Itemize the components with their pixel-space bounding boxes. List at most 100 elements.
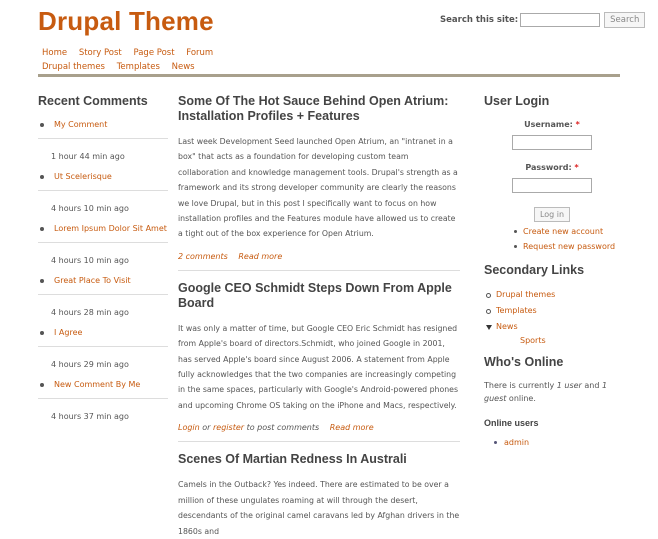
online-users-count: 1 user (556, 381, 582, 390)
comment-title-row: My Comment (38, 120, 168, 139)
login-form: Username: * Password: * Log in Create ne… (484, 120, 620, 251)
node-title-link[interactable]: Scenes Of Martian Redness In Australi (178, 452, 407, 466)
main-content: Some Of The Hot Sauce Behind Open Atrium… (178, 94, 460, 539)
list-item: Ut Scelerisque 4 hours 10 min ago (38, 172, 168, 224)
comment-time: 4 hours 10 min ago (51, 204, 129, 213)
nav-story-post[interactable]: Story Post (79, 48, 122, 58)
comment-time: 1 hour 44 min ago (51, 152, 125, 161)
comment-link[interactable]: New Comment By Me (54, 380, 140, 389)
sub-links-list: Sports (496, 336, 620, 345)
nav-page-post[interactable]: Page Post (133, 48, 174, 58)
online-text: There is currently (484, 381, 555, 390)
node-teaser: Scenes Of Martian Redness In Australi Ca… (178, 452, 460, 539)
secondary-links-title: Secondary Links (484, 263, 585, 277)
password-input[interactable] (512, 178, 592, 193)
register-link[interactable]: register (213, 423, 244, 432)
online-and: and (584, 381, 600, 390)
header-divider (38, 74, 620, 77)
required-mark: * (574, 163, 579, 172)
comment-link[interactable]: My Comment (54, 120, 107, 129)
online-text-end: online. (508, 394, 536, 403)
comment-link[interactable]: Lorem Ipsum Dolor Sit Amet (54, 224, 167, 233)
read-more-link[interactable]: Read more (330, 423, 374, 432)
comment-link[interactable]: Great Place To Visit (54, 276, 131, 285)
required-mark: * (575, 120, 580, 129)
online-user-link[interactable]: admin (504, 438, 529, 447)
secondary-link-sports[interactable]: Sports (520, 336, 546, 345)
site-title[interactable]: Drupal Theme (38, 6, 214, 37)
user-login-title: User Login (484, 94, 550, 108)
list-item: Drupal themes (486, 290, 620, 299)
comment-link[interactable]: I Agree (54, 328, 82, 337)
nav-drupal-themes[interactable]: Drupal themes (42, 62, 105, 72)
site-title-link[interactable]: Drupal Theme (38, 6, 214, 36)
left-sidebar: Recent Comments My Comment 1 hour 44 min… (38, 94, 168, 432)
comment-time: 4 hours 10 min ago (51, 256, 129, 265)
node-title-link[interactable]: Google CEO Schmidt Steps Down From Apple… (178, 281, 452, 310)
node-title[interactable]: Scenes Of Martian Redness In Australi (178, 452, 460, 467)
whos-online-title: Who's Online (484, 355, 564, 369)
comment-time: 4 hours 37 min ago (51, 412, 129, 421)
or-text: or (202, 423, 211, 433)
node-body: Last week Development Seed launched Open… (178, 137, 458, 239)
comment-title-row: Lorem Ipsum Dolor Sit Amet (38, 224, 168, 243)
login-links: Create new account Request new password (484, 227, 620, 251)
search-label: Search this site: (440, 15, 519, 25)
node-teaser: Google CEO Schmidt Steps Down From Apple… (178, 281, 460, 443)
comment-time: 4 hours 29 min ago (51, 360, 129, 369)
comments-link[interactable]: 2 comments (178, 252, 228, 261)
request-password-link[interactable]: Request new password (523, 242, 615, 251)
list-item: I Agree 4 hours 29 min ago (38, 328, 168, 380)
node-links: Login or register to post comments Read … (178, 423, 460, 443)
online-summary: There is currently 1 user and 1 guest on… (484, 379, 620, 405)
list-item: Sports (510, 336, 620, 345)
list-item: Lorem Ipsum Dolor Sit Amet 4 hours 10 mi… (38, 224, 168, 276)
post-comments-text: to post comments (246, 423, 320, 433)
read-more-link[interactable]: Read more (238, 252, 282, 261)
recent-comments-list: My Comment 1 hour 44 min ago Ut Sceleris… (38, 120, 168, 432)
comment-link[interactable]: Ut Scelerisque (54, 172, 112, 181)
password-label: Password: (525, 163, 572, 172)
nav-home[interactable]: Home (42, 48, 67, 58)
online-users-title: Online users (484, 418, 539, 428)
nav-templates[interactable]: Templates (117, 62, 160, 72)
list-item: Request new password (514, 242, 620, 251)
list-item: New Comment By Me 4 hours 37 min ago (38, 380, 168, 432)
node-body: Camels in the Outback? Yes indeed. There… (178, 480, 460, 536)
list-item: Great Place To Visit 4 hours 28 min ago (38, 276, 168, 328)
right-sidebar: User Login Username: * Password: * Log i… (484, 94, 620, 447)
comment-title-row: Great Place To Visit (38, 276, 168, 295)
search-button[interactable]: Search (604, 12, 646, 28)
list-item: News Sports (486, 322, 620, 345)
login-link[interactable]: Login (178, 423, 200, 432)
node-links: 2 comments Read more (178, 252, 460, 271)
password-field-group: Password: * (484, 163, 620, 193)
login-button[interactable]: Log in (533, 207, 571, 222)
username-field-group: Username: * (484, 120, 620, 150)
list-item: admin (494, 438, 620, 447)
node-title-link[interactable]: Some Of The Hot Sauce Behind Open Atrium… (178, 94, 448, 123)
nav-news[interactable]: News (172, 62, 195, 72)
list-item: My Comment 1 hour 44 min ago (38, 120, 168, 172)
comment-title-row: Ut Scelerisque (38, 172, 168, 191)
secondary-nav: Drupal themes Templates News (42, 62, 204, 72)
nav-forum[interactable]: Forum (186, 48, 213, 58)
node-title[interactable]: Some Of The Hot Sauce Behind Open Atrium… (178, 94, 460, 124)
list-item: Create new account (514, 227, 620, 236)
node-title[interactable]: Google CEO Schmidt Steps Down From Apple… (178, 281, 460, 311)
username-input[interactable] (512, 135, 592, 150)
node-teaser: Some Of The Hot Sauce Behind Open Atrium… (178, 94, 460, 271)
create-account-link[interactable]: Create new account (523, 227, 603, 236)
secondary-link-templates[interactable]: Templates (496, 306, 537, 315)
secondary-link-news[interactable]: News (496, 322, 518, 331)
search-form: Search this site: Search (440, 12, 646, 28)
whos-online-block: Who's Online There is currently 1 user a… (484, 355, 620, 447)
secondary-link-drupal-themes[interactable]: Drupal themes (496, 290, 555, 299)
username-label: Username: (524, 120, 573, 129)
comment-title-row: New Comment By Me (38, 380, 168, 399)
comment-time: 4 hours 28 min ago (51, 308, 129, 317)
search-input[interactable] (520, 13, 601, 27)
list-item: Templates (486, 306, 620, 315)
node-body: It was only a matter of time, but Google… (178, 323, 459, 410)
primary-nav: Home Story Post Page Post Forum (42, 48, 222, 58)
